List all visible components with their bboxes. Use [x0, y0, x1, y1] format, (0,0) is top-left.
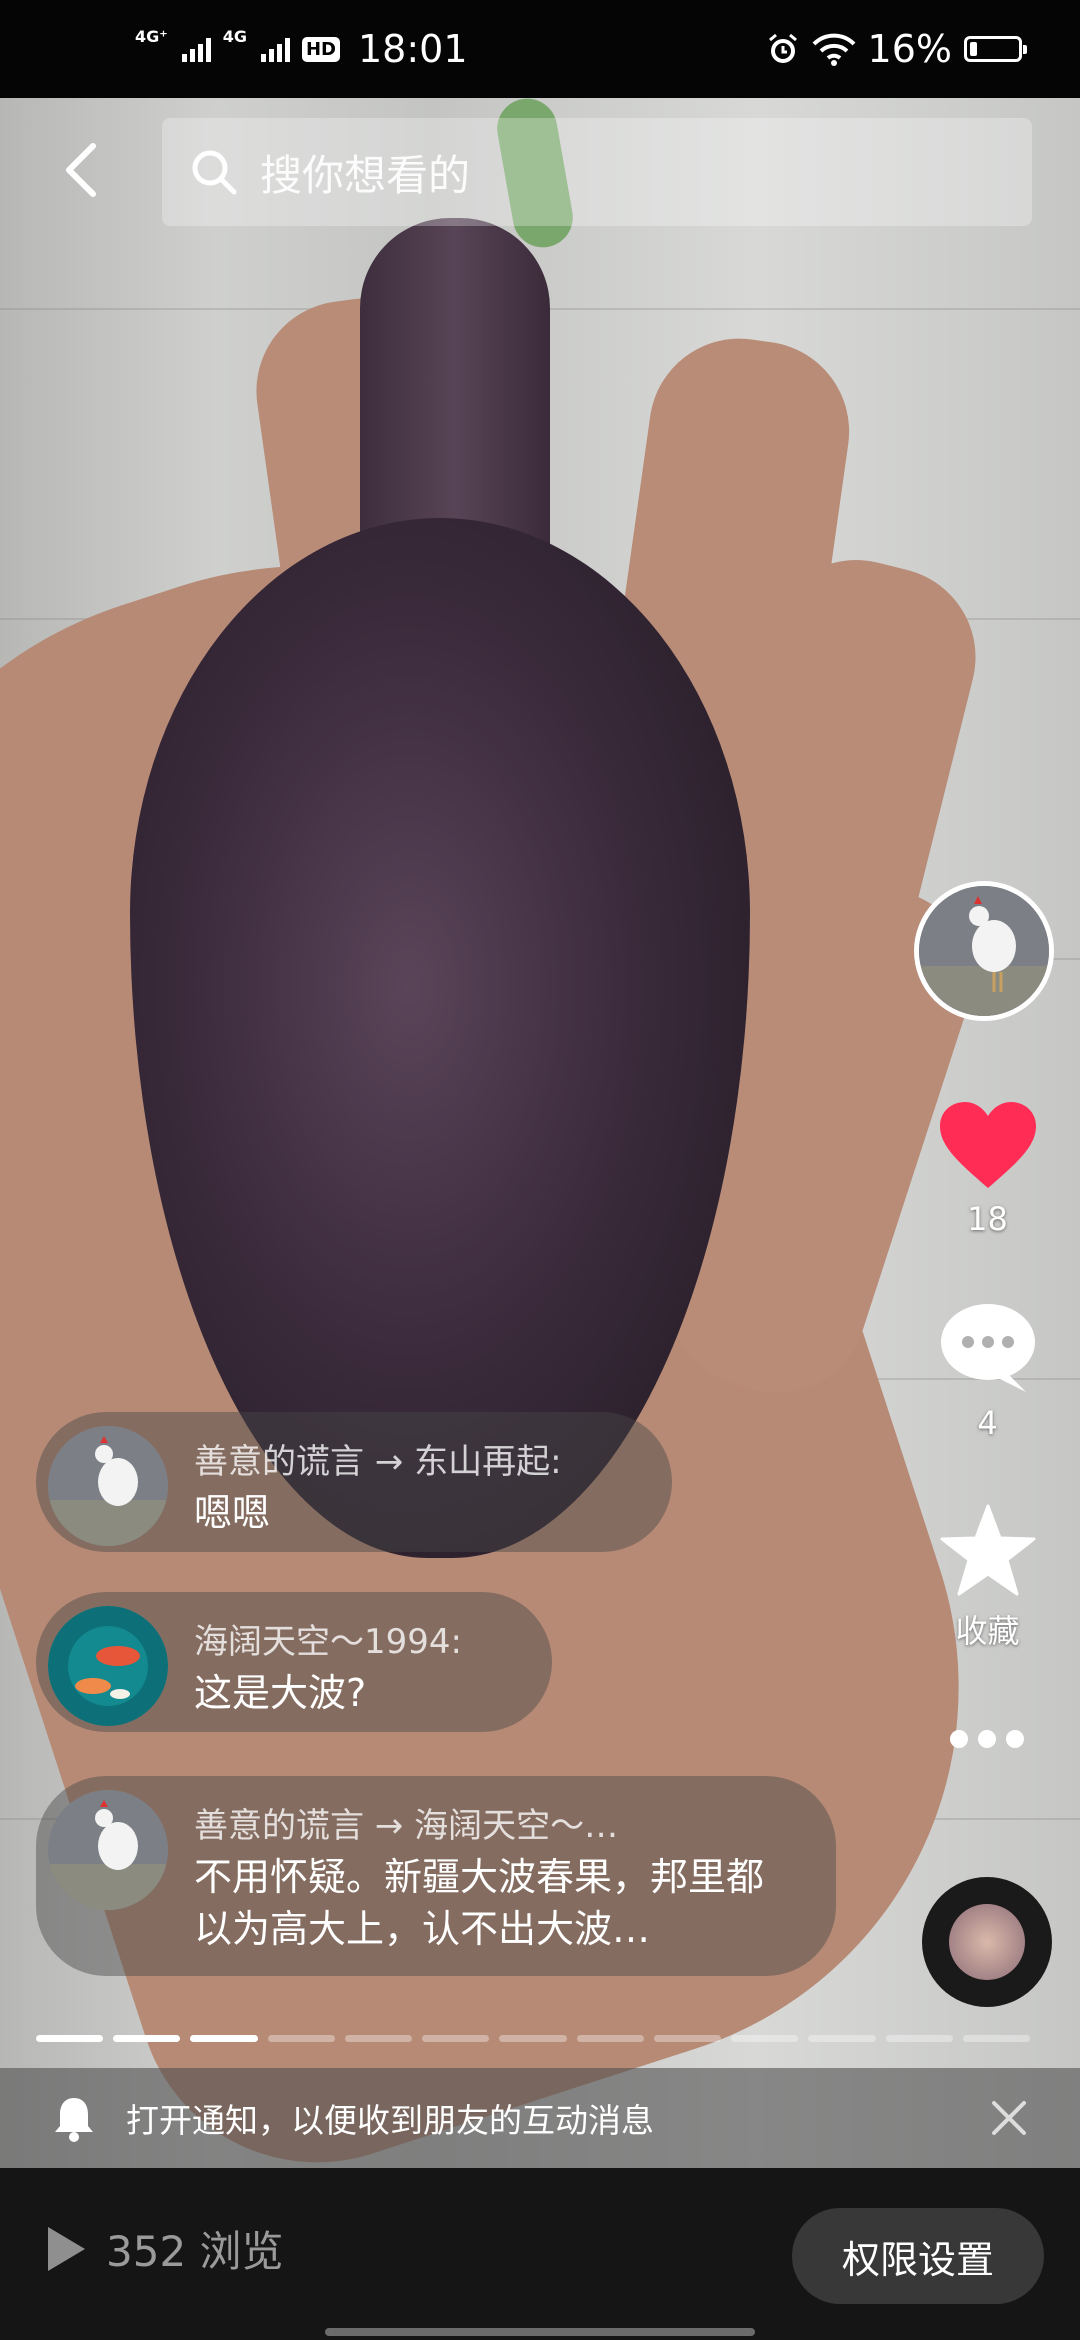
progress-segment [576, 2035, 644, 2042]
signal-icon-2 [260, 36, 290, 62]
progress-segment [885, 2035, 953, 2042]
comment-author: 海阔天空～1994: [194, 1622, 462, 1662]
progress-segment [344, 2035, 413, 2042]
music-disc[interactable] [922, 1877, 1052, 2007]
comment-text: 不用怀疑。新疆大波春果，邦里都以为高大上，认不出大波… [194, 1855, 765, 1951]
commenter-avatar[interactable] [48, 1790, 168, 1910]
progress-segment [731, 2035, 799, 2042]
comment-author: 善意的谎言 → 海阔天空～… [194, 1806, 619, 1846]
bottom-bar: 352 浏览 权限设置 [0, 2168, 1080, 2340]
battery-percent: 16% [867, 27, 952, 71]
progress-segment [113, 2035, 181, 2042]
alarm-icon [768, 33, 797, 63]
back-arrow-icon[interactable] [55, 140, 115, 200]
wifi-icon [812, 33, 855, 66]
image-progress-indicator [36, 2035, 1031, 2042]
search-bar[interactable]: 搜你想看的 [162, 118, 1032, 226]
comment-text: 嗯嗯 [194, 1491, 271, 1535]
search-placeholder: 搜你想看的 [260, 150, 471, 200]
rooster-avatar-image [919, 886, 1049, 1016]
comment-author: 善意的谎言 → 东山再起: [194, 1442, 562, 1482]
author-avatar[interactable] [914, 881, 1054, 1021]
progress-segment [267, 2035, 335, 2042]
home-indicator[interactable] [325, 2328, 755, 2336]
progress-segment [808, 2035, 876, 2042]
comment-text: 这是大波? [194, 1671, 367, 1715]
bell-icon [55, 2098, 93, 2142]
view-count-text: 352 浏览 [106, 2227, 284, 2276]
permission-settings-button[interactable]: 权限设置 [792, 2208, 1044, 2304]
progress-segment [962, 2035, 1031, 2042]
status-bar: 4G⁺ 4G HD 18:01 16% [0, 0, 1080, 98]
heart-icon [939, 1102, 1036, 1188]
top-bar: 搜你想看的 [0, 100, 1080, 235]
notification-text: 打开通知，以便收到朋友的互动消息 [126, 2101, 654, 2140]
comment-item[interactable]: 海阔天空～1994: 这是大波? [36, 1592, 552, 1732]
notification-banner[interactable]: 打开通知，以便收到朋友的互动消息 [0, 2068, 1080, 2168]
favorite-button[interactable]: 收藏 [920, 1504, 1055, 1652]
progress-segment [190, 2035, 258, 2042]
comment-item[interactable]: 善意的谎言 → 海阔天空～… 不用怀疑。新疆大波春果，邦里都以为高大上，认不出大… [36, 1776, 836, 1976]
network-type-1: 4G⁺ [135, 27, 168, 46]
comment-button[interactable]: 4 [920, 1302, 1055, 1442]
close-icon[interactable] [990, 2099, 1028, 2137]
like-count: 18 [967, 1200, 1008, 1238]
comment-item[interactable]: 善意的谎言 → 东山再起: 嗯嗯 [36, 1412, 672, 1552]
signal-icon-1 [181, 36, 211, 62]
star-icon [940, 1504, 1035, 1596]
comment-count: 4 [977, 1404, 998, 1442]
commenter-avatar[interactable] [48, 1426, 168, 1546]
progress-segment [422, 2035, 490, 2042]
comment-bubble-icon [940, 1304, 1035, 1392]
search-icon [192, 150, 237, 195]
progress-segment [36, 2035, 104, 2042]
commenter-avatar[interactable] [48, 1606, 168, 1726]
play-icon [48, 2226, 85, 2271]
progress-segment [499, 2035, 567, 2042]
battery-icon [964, 36, 1027, 62]
view-count: 352 浏览 [44, 2218, 284, 2279]
clock: 18:01 [358, 27, 468, 71]
progress-segment [653, 2035, 722, 2042]
music-cover-image [949, 1904, 1025, 1980]
network-type-2: 4G [222, 27, 247, 46]
like-button[interactable]: 18 [920, 1100, 1055, 1238]
more-options-icon[interactable] [950, 1730, 1024, 1748]
hd-voice-icon: HD [301, 36, 340, 62]
favorite-label: 收藏 [955, 1612, 1020, 1650]
